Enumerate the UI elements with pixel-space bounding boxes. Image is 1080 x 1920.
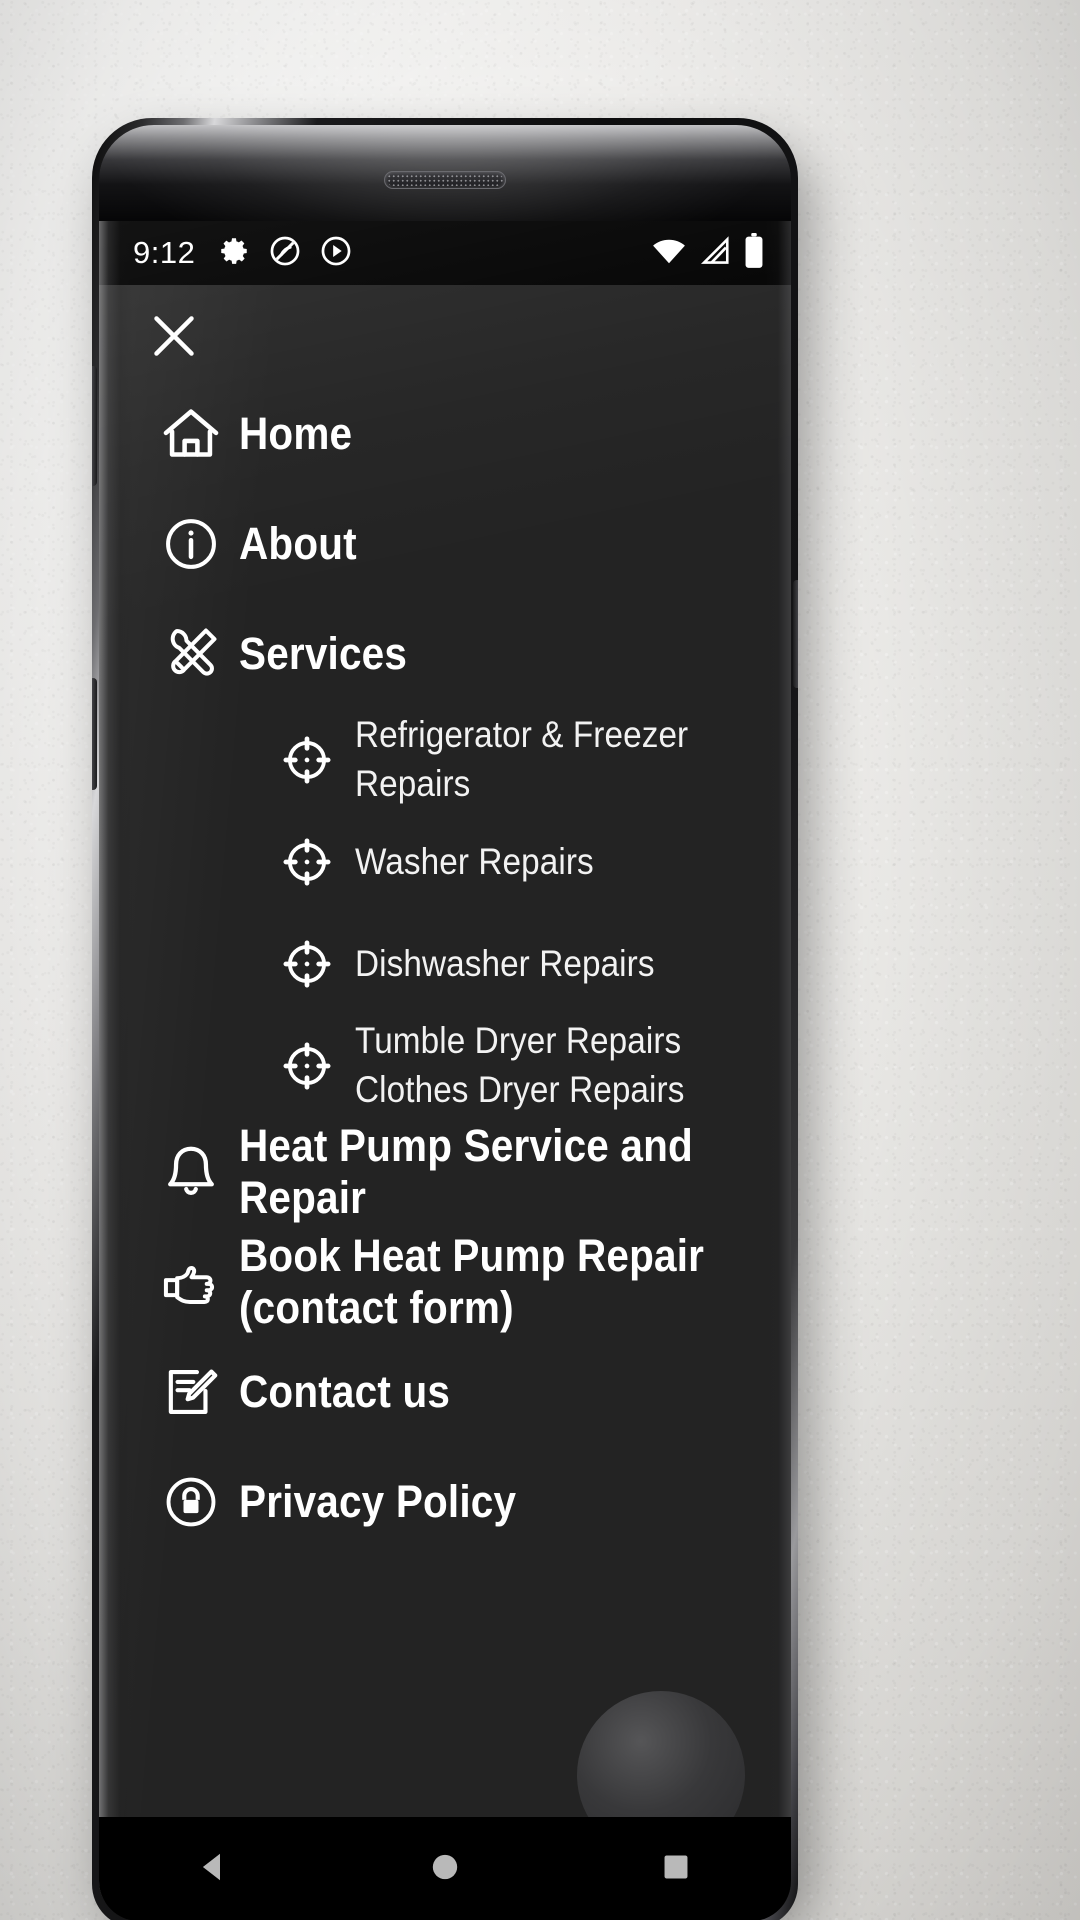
volume-up-button[interactable] [92, 366, 97, 486]
back-triangle-icon [196, 1849, 232, 1890]
submenu-item-label: Tumble Dryer Repairs Clothes Dryer Repai… [355, 1020, 685, 1110]
menu-item-heat-pump-service-and-repair[interactable]: Heat Pump Service and Repair [99, 1117, 791, 1227]
crosshair-icon [259, 733, 355, 787]
earpiece-mesh [387, 174, 503, 186]
submenu-item-washer-repairs[interactable]: Washer Repairs [99, 811, 791, 913]
submenu-item-tumble-dryer-repairs[interactable]: Tumble Dryer Repairs Clothes Dryer Repai… [99, 1015, 791, 1117]
menu-item-contact-us[interactable]: Contact us [99, 1337, 791, 1447]
menu-item-about[interactable]: About [99, 489, 791, 599]
do-not-disturb-icon [268, 234, 302, 273]
phone-device: 9:12 Home About Services Refrigerator & … [92, 118, 798, 1920]
nav-back-button[interactable] [154, 1817, 274, 1920]
home-icon [143, 402, 239, 466]
services-submenu: Refrigerator & Freezer Repairs Washer Re… [99, 709, 791, 1117]
menu-item-privacy-policy[interactable]: Privacy Policy [99, 1447, 791, 1557]
menu-item-label: Privacy Policy [239, 1475, 517, 1527]
wifi-icon [651, 236, 687, 271]
earpiece-speaker [384, 171, 506, 189]
signal-icon [698, 235, 732, 271]
drawer-header [99, 285, 791, 369]
submenu-item-label: Dishwasher Repairs [355, 942, 655, 984]
submenu-item-refrigerator-freezer-repairs[interactable]: Refrigerator & Freezer Repairs [99, 709, 791, 811]
power-button[interactable] [793, 580, 798, 688]
screenshot-stage: 9:12 Home About Services Refrigerator & … [0, 0, 1080, 1920]
menu-item-services[interactable]: Services [99, 599, 791, 709]
submenu-item-label: Washer Repairs [355, 840, 594, 882]
close-icon [146, 308, 202, 369]
pointing-hand-icon [143, 1250, 239, 1314]
submenu-item-label: Refrigerator & Freezer Repairs [355, 714, 689, 804]
close-drawer-button[interactable] [143, 307, 205, 369]
menu-item-label: About [239, 517, 357, 569]
play-circle-icon [319, 234, 353, 273]
gear-icon [217, 234, 251, 273]
menu-item-home[interactable]: Home [99, 379, 791, 489]
home-circle-icon [428, 1850, 462, 1889]
nav-recents-button[interactable] [616, 1817, 736, 1920]
volume-down-button[interactable] [92, 678, 97, 790]
android-navigation-bar [99, 1817, 791, 1920]
status-bar-clock: 9:12 [133, 235, 196, 270]
menu-item-label: Book Heat Pump Repair (contact form) [239, 1229, 705, 1333]
status-bar-system-icons [651, 232, 765, 274]
battery-icon [743, 232, 765, 274]
info-circle-icon [143, 512, 239, 576]
crosshair-icon [259, 937, 355, 991]
status-bar-notification-icons [217, 234, 353, 273]
nav-home-button[interactable] [385, 1817, 505, 1920]
lock-circle-icon [143, 1471, 239, 1533]
menu-item-label: Heat Pump Service and Repair [239, 1119, 693, 1223]
submenu-item-dishwasher-repairs[interactable]: Dishwasher Repairs [99, 913, 791, 1015]
crosshair-icon [259, 835, 355, 889]
status-bar: 9:12 [99, 221, 791, 285]
crosshair-icon [259, 1039, 355, 1093]
menu-item-label: Home [239, 407, 353, 459]
navigation-drawer: Home About Services Refrigerator & Freez… [99, 285, 791, 1920]
menu-item-label: Services [239, 627, 408, 679]
menu-item-book-heat-pump-repair[interactable]: Book Heat Pump Repair (contact form) [99, 1227, 791, 1337]
phone-display: 9:12 Home About Services Refrigerator & … [99, 221, 791, 1920]
recents-square-icon [660, 1851, 692, 1888]
bell-icon [143, 1140, 239, 1204]
tools-icon [143, 622, 239, 686]
drawer-menu-list: Home About Services Refrigerator & Freez… [99, 379, 791, 1557]
menu-item-label: Contact us [239, 1365, 451, 1417]
phone-screen-frame: 9:12 Home About Services Refrigerator & … [99, 125, 791, 1920]
note-pencil-icon [143, 1361, 239, 1423]
